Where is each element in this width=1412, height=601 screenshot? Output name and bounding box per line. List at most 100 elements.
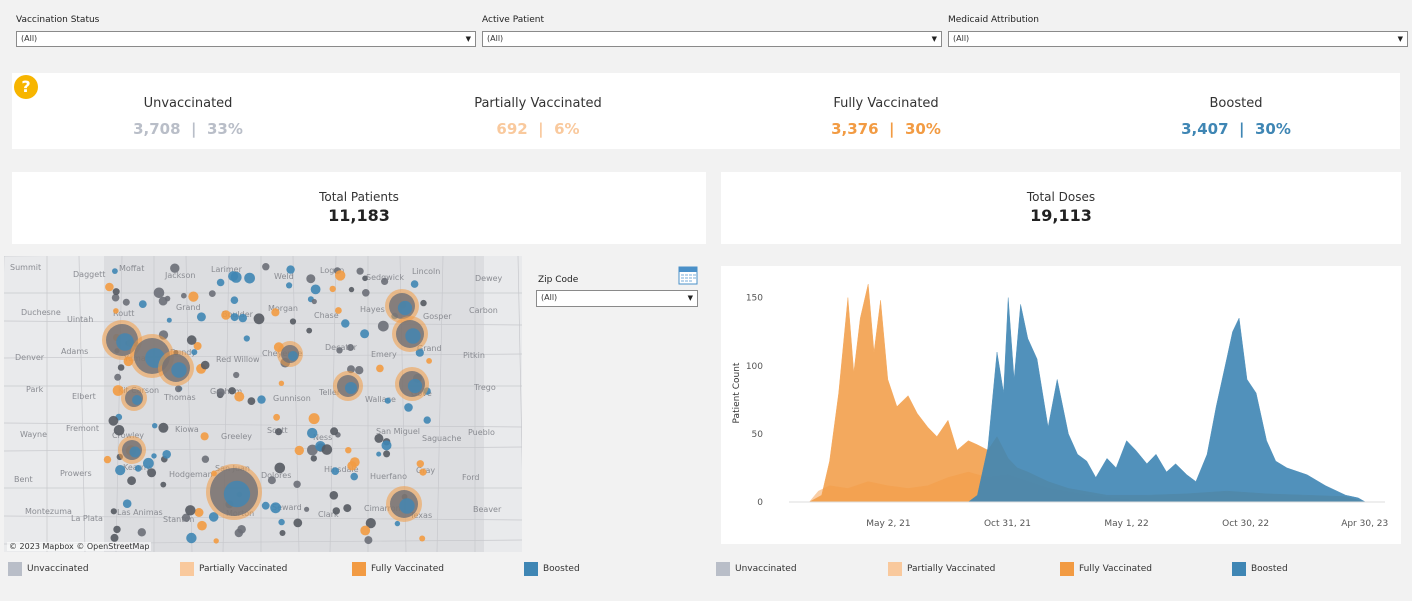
map-bubble[interactable] bbox=[196, 312, 206, 322]
map-bubble[interactable] bbox=[347, 461, 357, 471]
map-bubble[interactable] bbox=[151, 453, 157, 459]
map-bubble-cluster[interactable] bbox=[129, 446, 141, 458]
map-bubble[interactable] bbox=[114, 373, 122, 381]
map-bubble[interactable] bbox=[420, 299, 427, 307]
map-bubble[interactable] bbox=[112, 288, 120, 296]
map-bubble[interactable] bbox=[186, 335, 197, 345]
map-bubble[interactable] bbox=[188, 291, 199, 302]
map-bubble[interactable] bbox=[345, 447, 352, 454]
map-bubble[interactable] bbox=[311, 298, 317, 305]
map-bubble[interactable] bbox=[321, 444, 333, 455]
map-bubble[interactable] bbox=[267, 476, 276, 485]
patient-map[interactable]: Summit Daggett Moffat Jackson Larimer Weld Log… bbox=[4, 256, 522, 552]
map-bubble[interactable] bbox=[110, 508, 117, 515]
map-bubble-cluster[interactable] bbox=[116, 333, 134, 351]
map-bubble[interactable] bbox=[216, 278, 225, 287]
map-bubble[interactable] bbox=[153, 287, 165, 299]
active-patient-select[interactable]: (All) ▼ bbox=[482, 31, 942, 47]
map-bubble[interactable] bbox=[113, 425, 125, 436]
map-bubble-cluster[interactable] bbox=[344, 381, 358, 395]
map-bubble[interactable] bbox=[423, 416, 431, 424]
map-bubble[interactable] bbox=[294, 445, 304, 456]
map-bubble[interactable] bbox=[213, 538, 219, 544]
map-bubble[interactable] bbox=[197, 520, 207, 531]
map-bubble[interactable] bbox=[329, 491, 339, 500]
map-bubble[interactable] bbox=[122, 298, 130, 306]
map-bubble[interactable] bbox=[286, 282, 293, 289]
map-bubble-cluster[interactable] bbox=[405, 328, 421, 344]
map-bubble[interactable] bbox=[201, 455, 210, 463]
map-bubble[interactable] bbox=[426, 358, 432, 364]
legend-item-unvaccinated[interactable]: Unvaccinated bbox=[8, 562, 89, 576]
map-bubble[interactable] bbox=[103, 455, 112, 464]
map-bubble[interactable] bbox=[348, 286, 355, 293]
map-bubble[interactable] bbox=[293, 480, 301, 488]
legend-item-partially-vaccinated[interactable]: Partially Vaccinated bbox=[888, 562, 995, 576]
vaccination-status-select[interactable]: (All) ▼ bbox=[16, 31, 476, 47]
doses-area-chart[interactable]: 0 50 100 150 Patient Count May 2, 21 Oct 31, 2… bbox=[721, 266, 1401, 544]
legend-item-fully-vaccinated[interactable]: Fully Vaccinated bbox=[1060, 562, 1152, 576]
map-bubble[interactable] bbox=[355, 366, 364, 375]
legend-item-boosted[interactable]: Boosted bbox=[1232, 562, 1288, 576]
map-bubble-cluster[interactable] bbox=[223, 480, 251, 508]
map-bubble[interactable] bbox=[261, 501, 270, 510]
map-bubble[interactable] bbox=[273, 413, 280, 421]
map-bubble[interactable] bbox=[306, 274, 316, 284]
map-bubble[interactable] bbox=[262, 263, 270, 271]
map-bubble[interactable] bbox=[228, 271, 239, 282]
map-bubble[interactable] bbox=[270, 502, 281, 514]
question-icon[interactable]: ? bbox=[14, 75, 38, 99]
medicaid-attribution-select[interactable]: (All) ▼ bbox=[948, 31, 1408, 47]
map-bubble[interactable] bbox=[383, 450, 391, 458]
map-bubble[interactable] bbox=[274, 462, 286, 474]
map-bubble[interactable] bbox=[350, 472, 359, 481]
map-bubble[interactable] bbox=[194, 508, 204, 517]
legend-item-partially-vaccinated[interactable]: Partially Vaccinated bbox=[180, 562, 287, 576]
map-bubble[interactable] bbox=[200, 360, 210, 370]
map-bubble[interactable] bbox=[374, 433, 384, 443]
map-bubble[interactable] bbox=[143, 457, 154, 469]
map-bubble[interactable] bbox=[244, 272, 256, 284]
map-bubble[interactable] bbox=[257, 395, 266, 404]
map-bubble[interactable] bbox=[278, 380, 285, 386]
map-bubble[interactable] bbox=[364, 536, 373, 545]
legend-item-fully-vaccinated[interactable]: Fully Vaccinated bbox=[352, 562, 444, 576]
map-bubble[interactable] bbox=[384, 397, 391, 404]
map-bubble[interactable] bbox=[158, 422, 169, 433]
legend-item-boosted[interactable]: Boosted bbox=[524, 562, 580, 576]
map-bubble[interactable] bbox=[243, 335, 250, 342]
map-bubble[interactable] bbox=[360, 329, 370, 339]
map-bubble[interactable] bbox=[253, 313, 265, 325]
legend-item-unvaccinated[interactable]: Unvaccinated bbox=[716, 562, 797, 576]
map-bubble[interactable] bbox=[347, 344, 354, 351]
map-bubble[interactable] bbox=[134, 465, 142, 472]
map-bubble[interactable] bbox=[306, 327, 313, 334]
map-bubble[interactable] bbox=[115, 465, 126, 476]
map-bubble[interactable] bbox=[110, 533, 119, 542]
map-bubble[interactable] bbox=[105, 282, 114, 292]
map-bubble[interactable] bbox=[230, 296, 239, 304]
map-bubble[interactable] bbox=[228, 387, 236, 395]
map-bubble[interactable] bbox=[331, 467, 340, 475]
map-bubble[interactable] bbox=[275, 428, 283, 436]
map-bubble[interactable] bbox=[233, 371, 240, 379]
map-bubble[interactable] bbox=[360, 525, 371, 536]
calendar-icon[interactable] bbox=[678, 265, 698, 285]
map-bubble[interactable] bbox=[341, 319, 350, 328]
map-bubble[interactable] bbox=[162, 450, 171, 459]
map-bubble[interactable] bbox=[394, 520, 401, 527]
map-bubble[interactable] bbox=[122, 499, 132, 508]
map-bubble[interactable] bbox=[113, 525, 121, 534]
map-bubble[interactable] bbox=[335, 270, 346, 281]
map-bubble-cluster[interactable] bbox=[132, 395, 142, 405]
map-bubble[interactable] bbox=[216, 388, 225, 397]
map-bubble[interactable] bbox=[377, 320, 389, 332]
map-bubble[interactable] bbox=[416, 460, 424, 468]
map-bubble[interactable] bbox=[332, 507, 340, 515]
map-bubble[interactable] bbox=[279, 530, 286, 536]
map-bubble[interactable] bbox=[234, 391, 245, 402]
map-bubble[interactable] bbox=[419, 535, 426, 542]
map-bubble-cluster[interactable] bbox=[397, 300, 413, 316]
map-bubble[interactable] bbox=[343, 504, 352, 513]
map-bubble[interactable] bbox=[376, 451, 382, 457]
